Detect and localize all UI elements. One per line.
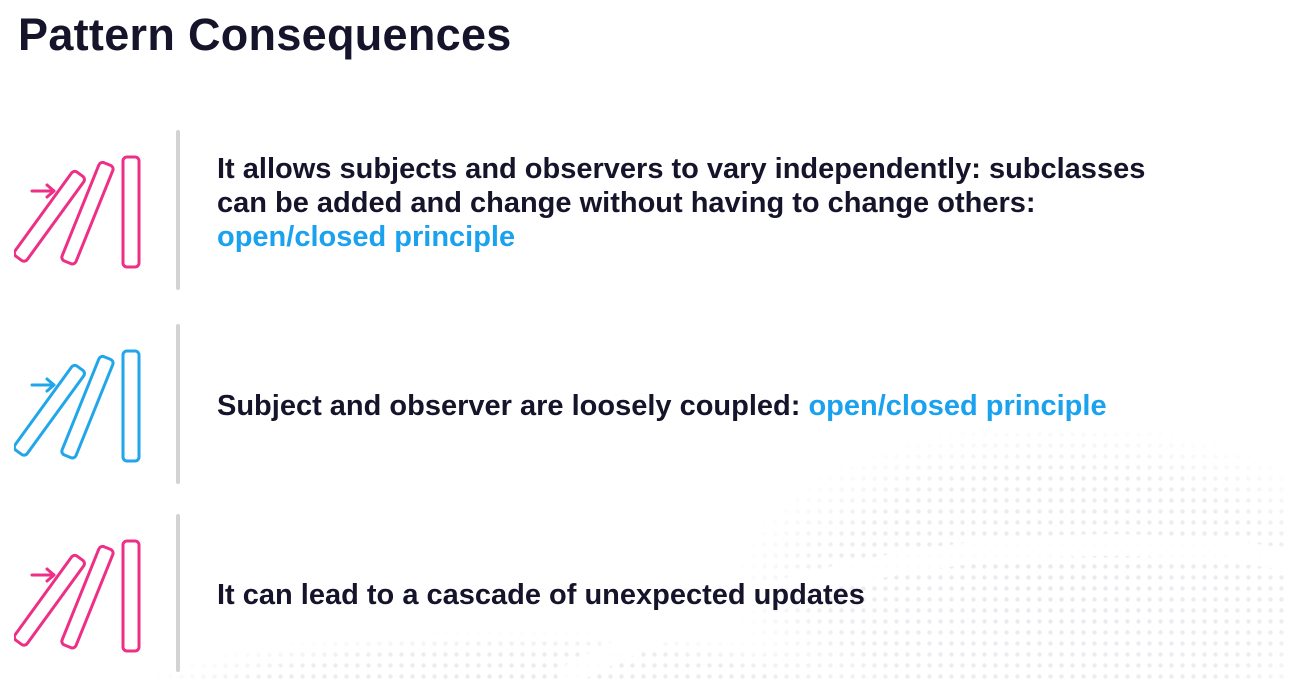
consequence-item-3: It can lead to a cascade of unexpected u… — [0, 514, 1289, 674]
dominoes-icon — [14, 155, 141, 269]
consequence-text-line-1: It allows subjects and observers to vary… — [217, 153, 1146, 185]
consequence-text-line: Subject and observer are loosely coupled… — [217, 389, 1283, 423]
consequence-item-1: It allows subjects and observers to vary… — [0, 130, 1289, 292]
consequence-text: It allows subjects and observers to vary… — [217, 152, 1283, 254]
principle-link[interactable]: open/closed principle — [217, 220, 1283, 254]
consequence-text-line-2: can be added and change without having t… — [217, 187, 1036, 219]
dominoes-icon — [14, 539, 141, 653]
dominoes-icon — [14, 349, 141, 463]
item-divider — [176, 514, 180, 672]
consequence-text: Subject and observer are loosely coupled… — [217, 389, 1283, 423]
consequence-item-2: Subject and observer are loosely coupled… — [0, 324, 1289, 486]
item-divider — [176, 130, 180, 290]
consequence-text: It can lead to a cascade of unexpected u… — [217, 578, 1283, 612]
item-divider — [176, 324, 180, 484]
consequence-text-line: It can lead to a cascade of unexpected u… — [217, 579, 865, 611]
consequence-text-body: Subject and observer are loosely coupled… — [217, 390, 809, 422]
page-title: Pattern Consequences — [18, 9, 512, 60]
principle-link[interactable]: open/closed principle — [808, 390, 1106, 422]
